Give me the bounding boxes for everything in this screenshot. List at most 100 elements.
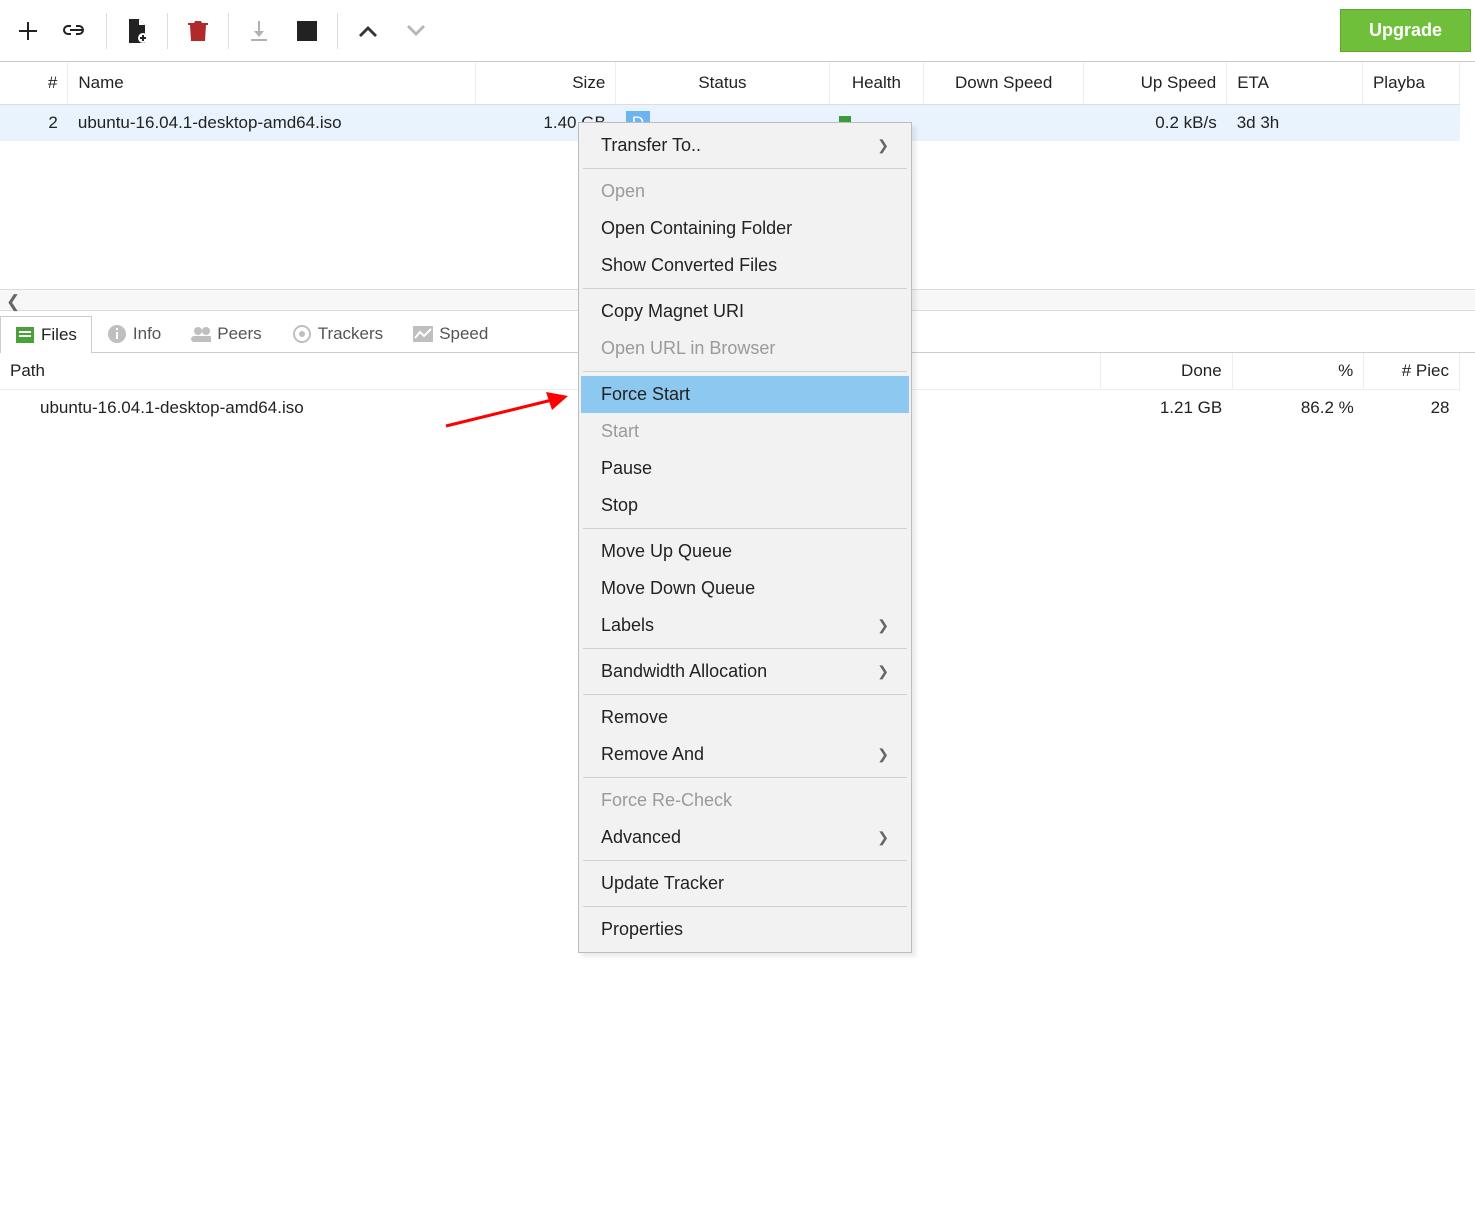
ctx-force-recheck: Force Re-Check bbox=[581, 782, 909, 819]
ctx-force-start[interactable]: Force Start bbox=[581, 376, 909, 413]
tab-info[interactable]: Info bbox=[92, 315, 176, 352]
fcol-done[interactable]: Done bbox=[1101, 353, 1233, 390]
tab-peers-label: Peers bbox=[217, 324, 261, 344]
ctx-stop[interactable]: Stop bbox=[581, 487, 909, 524]
ctx-update-tracker[interactable]: Update Tracker bbox=[581, 865, 909, 902]
col-down[interactable]: Down Speed bbox=[924, 62, 1084, 104]
stop-button[interactable] bbox=[283, 7, 331, 55]
stop-icon bbox=[297, 21, 317, 41]
tab-trackers-label: Trackers bbox=[318, 324, 384, 344]
ctx-properties[interactable]: Properties bbox=[581, 911, 909, 948]
ctx-force-recheck-label: Force Re-Check bbox=[601, 790, 732, 811]
col-num[interactable]: # bbox=[0, 62, 68, 104]
ctx-separator bbox=[583, 694, 907, 695]
ctx-labels[interactable]: Labels ❯ bbox=[581, 607, 909, 644]
ctx-update-tracker-label: Update Tracker bbox=[601, 873, 724, 894]
file-new-icon bbox=[126, 18, 148, 44]
toolbar-separator bbox=[167, 13, 168, 49]
ctx-move-down[interactable]: Move Down Queue bbox=[581, 570, 909, 607]
fcol-path[interactable]: Path bbox=[0, 353, 1101, 390]
ctx-show-converted[interactable]: Show Converted Files bbox=[581, 247, 909, 284]
ctx-force-start-label: Force Start bbox=[601, 384, 690, 405]
ctx-open-folder-label: Open Containing Folder bbox=[601, 218, 792, 239]
tab-speed[interactable]: Speed bbox=[398, 315, 503, 352]
col-health[interactable]: Health bbox=[829, 62, 924, 104]
add-torrent-button[interactable] bbox=[4, 7, 52, 55]
chevron-right-icon: ❯ bbox=[877, 829, 889, 846]
cell-eta: 3d 3h bbox=[1227, 104, 1363, 141]
speed-icon bbox=[413, 324, 433, 344]
tab-info-label: Info bbox=[133, 324, 161, 344]
tab-files[interactable]: Files bbox=[0, 316, 92, 353]
fcol-pieces[interactable]: # Piec bbox=[1364, 353, 1460, 390]
cell-num: 2 bbox=[0, 104, 68, 141]
col-size[interactable]: Size bbox=[475, 62, 616, 104]
peers-icon bbox=[191, 324, 211, 344]
ctx-advanced[interactable]: Advanced ❯ bbox=[581, 819, 909, 856]
ctx-open-folder[interactable]: Open Containing Folder bbox=[581, 210, 909, 247]
chevron-up-icon bbox=[357, 24, 379, 38]
ctx-open-url-label: Open URL in Browser bbox=[601, 338, 775, 359]
ctx-transfer-to-label: Transfer To.. bbox=[601, 135, 701, 156]
tab-files-label: Files bbox=[41, 325, 77, 345]
cell-name: ubuntu-16.04.1-desktop-amd64.iso bbox=[68, 104, 475, 141]
fcol-pct[interactable]: % bbox=[1232, 353, 1364, 390]
ctx-move-down-label: Move Down Queue bbox=[601, 578, 755, 599]
delete-button[interactable] bbox=[174, 7, 222, 55]
toolbar-separator bbox=[228, 13, 229, 49]
context-menu: Transfer To.. ❯ Open Open Containing Fol… bbox=[578, 122, 912, 953]
start-button[interactable] bbox=[235, 7, 283, 55]
ctx-start: Start bbox=[581, 413, 909, 450]
col-playback[interactable]: Playba bbox=[1362, 62, 1459, 104]
tab-trackers[interactable]: Trackers bbox=[277, 315, 399, 352]
ctx-copy-magnet[interactable]: Copy Magnet URI bbox=[581, 293, 909, 330]
link-icon bbox=[63, 22, 89, 40]
ctx-stop-label: Stop bbox=[601, 495, 638, 516]
fcell-pieces: 28 bbox=[1364, 389, 1460, 426]
plus-icon bbox=[16, 19, 40, 43]
ctx-remove-and-label: Remove And bbox=[601, 744, 704, 765]
ctx-move-up[interactable]: Move Up Queue bbox=[581, 533, 909, 570]
chevron-right-icon: ❯ bbox=[877, 746, 889, 763]
chevron-right-icon: ❯ bbox=[877, 663, 889, 680]
ctx-bandwidth[interactable]: Bandwidth Allocation ❯ bbox=[581, 653, 909, 690]
ctx-remove-and[interactable]: Remove And ❯ bbox=[581, 736, 909, 773]
col-status[interactable]: Status bbox=[616, 62, 829, 104]
ctx-open-url: Open URL in Browser bbox=[581, 330, 909, 367]
ctx-transfer-to[interactable]: Transfer To.. ❯ bbox=[581, 127, 909, 164]
download-icon bbox=[248, 19, 270, 43]
move-down-button[interactable] bbox=[392, 7, 440, 55]
ctx-start-label: Start bbox=[601, 421, 639, 442]
ctx-separator bbox=[583, 906, 907, 907]
move-up-button[interactable] bbox=[344, 7, 392, 55]
tab-peers[interactable]: Peers bbox=[176, 315, 276, 352]
ctx-remove[interactable]: Remove bbox=[581, 699, 909, 736]
ctx-separator bbox=[583, 528, 907, 529]
trackers-icon bbox=[292, 324, 312, 344]
info-icon bbox=[107, 324, 127, 344]
ctx-pause[interactable]: Pause bbox=[581, 450, 909, 487]
ctx-show-converted-label: Show Converted Files bbox=[601, 255, 777, 276]
ctx-separator bbox=[583, 860, 907, 861]
ctx-properties-label: Properties bbox=[601, 919, 683, 940]
cell-up: 0.2 kB/s bbox=[1084, 104, 1227, 141]
tab-speed-label: Speed bbox=[439, 324, 488, 344]
col-name[interactable]: Name bbox=[68, 62, 475, 104]
upgrade-button[interactable]: Upgrade bbox=[1340, 9, 1471, 52]
chevron-right-icon: ❯ bbox=[877, 137, 889, 154]
col-up[interactable]: Up Speed bbox=[1084, 62, 1227, 104]
table-header-row: # Name Size Status Health Down Speed Up … bbox=[0, 62, 1460, 104]
ctx-open: Open bbox=[581, 173, 909, 210]
files-icon bbox=[15, 325, 35, 345]
ctx-separator bbox=[583, 288, 907, 289]
ctx-bandwidth-label: Bandwidth Allocation bbox=[601, 661, 767, 682]
col-eta[interactable]: ETA bbox=[1227, 62, 1363, 104]
trash-icon bbox=[187, 19, 209, 43]
scroll-left-icon[interactable]: ❮ bbox=[6, 292, 20, 312]
create-torrent-button[interactable] bbox=[113, 7, 161, 55]
cell-down bbox=[924, 104, 1084, 141]
toolbar-separator bbox=[106, 13, 107, 49]
add-link-button[interactable] bbox=[52, 7, 100, 55]
chevron-down-icon bbox=[405, 24, 427, 38]
ctx-pause-label: Pause bbox=[601, 458, 652, 479]
